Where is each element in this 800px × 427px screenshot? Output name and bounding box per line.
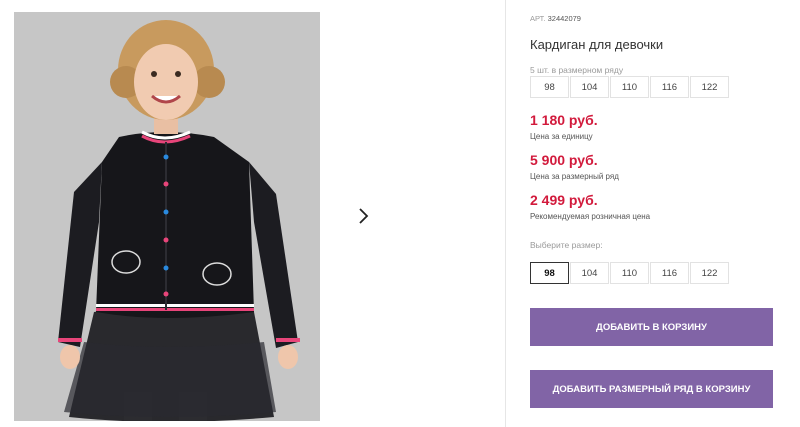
sku-value: 32442079 [547,14,581,23]
size-option-110[interactable]: 110 [610,262,649,284]
pack-size-cell: 116 [650,76,689,98]
pack-price-label: Цена за размерный ряд [530,172,619,181]
product-photo-illustration [14,12,320,421]
product-title: Кардиган для девочки [530,37,664,52]
pack-sizes: 98 104 110 116 122 [530,76,730,98]
product-photo[interactable] [14,12,320,421]
pack-size-cell: 104 [570,76,609,98]
unit-price: 1 180 руб. [530,112,598,128]
pack-size-cell: 122 [690,76,729,98]
size-picker: 98 104 110 116 122 [530,262,730,284]
sku-label: АРТ. [530,14,546,23]
unit-price-label: Цена за единицу [530,132,593,141]
pack-price: 5 900 руб. [530,152,598,168]
pack-size-cell: 98 [530,76,569,98]
pack-size-cell: 110 [610,76,649,98]
size-option-104[interactable]: 104 [570,262,609,284]
chevron-right-icon [359,208,369,224]
size-option-116[interactable]: 116 [650,262,689,284]
product-gallery [0,0,506,427]
size-option-98[interactable]: 98 [530,262,569,284]
sku: АРТ. 32442079 [530,14,581,23]
add-to-cart-button[interactable]: ДОБАВИТЬ В КОРЗИНУ [530,308,773,346]
size-option-122[interactable]: 122 [690,262,729,284]
add-pack-to-cart-button[interactable]: ДОБАВИТЬ РАЗМЕРНЫЙ РЯД В КОРЗИНУ [530,370,773,408]
next-image-button[interactable] [344,197,382,235]
retail-price-label: Рекомендуемая розничная цена [530,212,651,221]
size-picker-caption: Выберите размер: [530,240,603,250]
retail-price: 2 499 руб. [530,192,598,208]
pack-caption: 5 шт. в размерном ряду [530,65,624,75]
